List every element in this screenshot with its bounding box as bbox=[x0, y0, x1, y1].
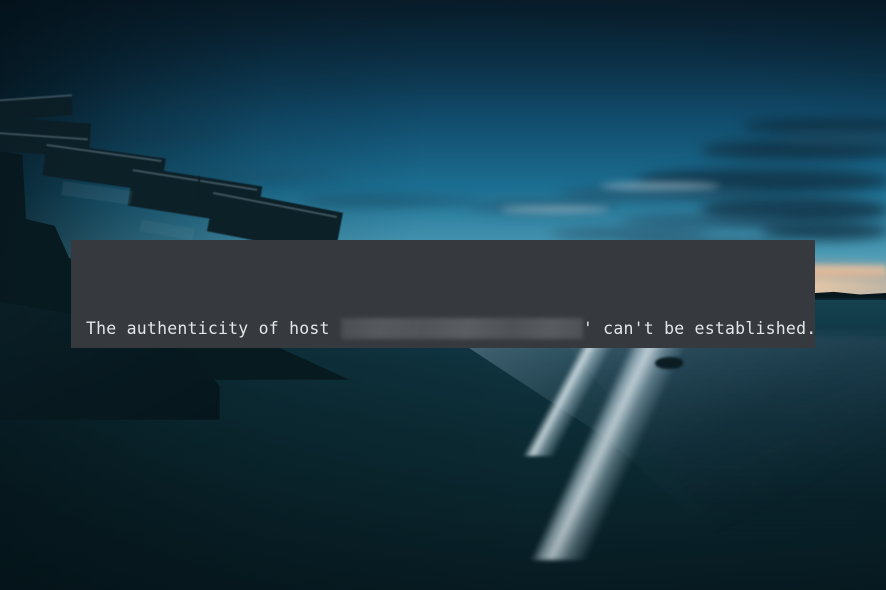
screen: The authenticity of host ' can't be esta… bbox=[0, 0, 886, 590]
redacted-hostname bbox=[340, 318, 583, 340]
message-line-host: The authenticity of host ' can't be esta… bbox=[86, 315, 815, 343]
host-line-suffix: ' can't be established. bbox=[582, 319, 815, 338]
shore-rock bbox=[655, 357, 683, 369]
message-lines: The authenticity of host ' can't be esta… bbox=[86, 258, 815, 348]
antenna-mast bbox=[198, 176, 200, 204]
wave-foam-crest bbox=[455, 336, 755, 456]
ssh-authenticity-message-box: The authenticity of host ' can't be esta… bbox=[71, 240, 815, 348]
host-line-prefix: The authenticity of host bbox=[86, 319, 340, 338]
